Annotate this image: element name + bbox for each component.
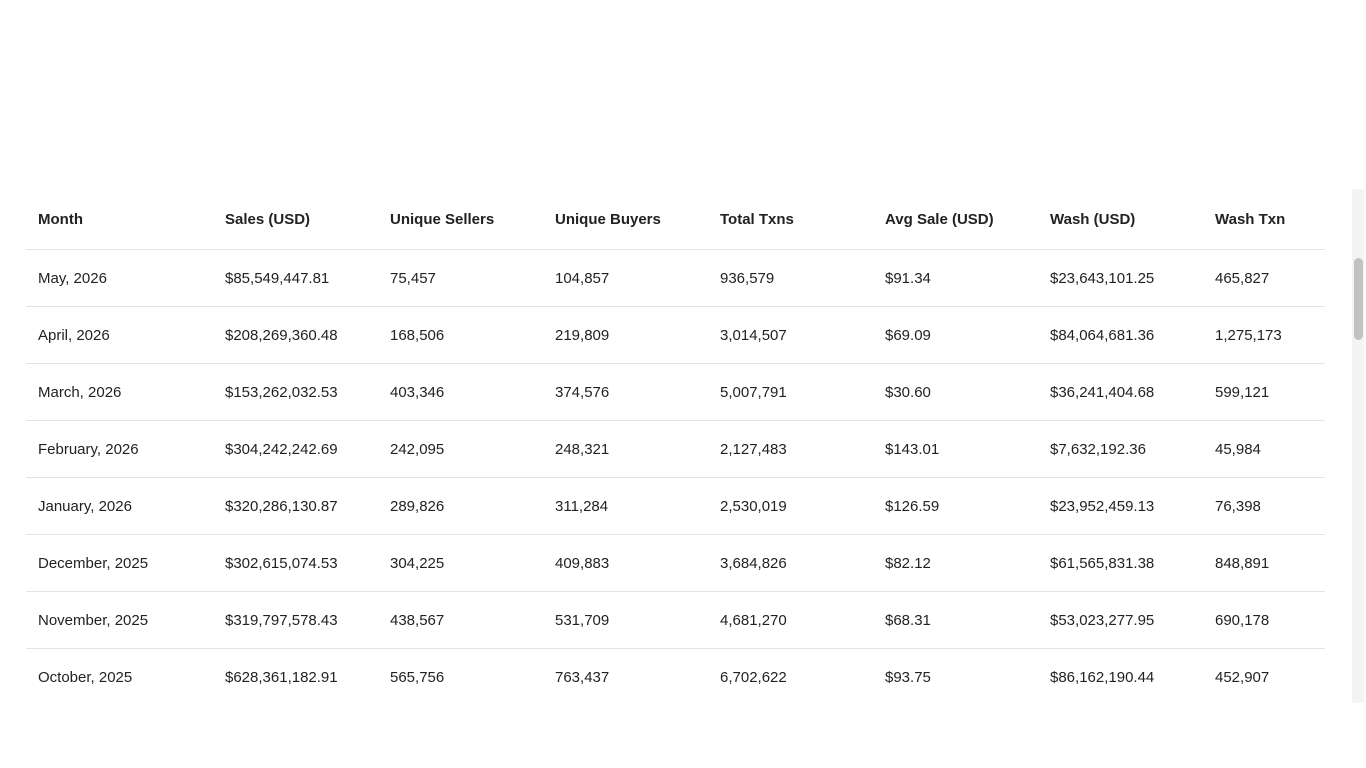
cell-unique-sellers: 304,225 — [378, 534, 543, 592]
cell-sales: $320,286,130.87 — [213, 477, 378, 535]
cell-unique-sellers: 75,457 — [378, 249, 543, 307]
cell-wash-usd: $61,565,831.38 — [1038, 534, 1203, 592]
table-row: March, 2026 $153,262,032.53 403,346 374,… — [26, 363, 1325, 421]
cell-wash-txn: 45,984 — [1203, 420, 1325, 478]
cell-unique-sellers: 565,756 — [378, 648, 543, 703]
cell-total-txns: 3,014,507 — [708, 306, 873, 364]
cell-month: March, 2026 — [26, 363, 213, 421]
cell-wash-txn: 452,907 — [1203, 648, 1325, 703]
cell-wash-txn: 76,398 — [1203, 477, 1325, 535]
cell-unique-sellers: 242,095 — [378, 420, 543, 478]
cell-wash-usd: $84,064,681.36 — [1038, 306, 1203, 364]
cell-wash-txn: 599,121 — [1203, 363, 1325, 421]
cell-sales: $208,269,360.48 — [213, 306, 378, 364]
page: Month Sales (USD) Unique Sellers Unique … — [0, 0, 1366, 768]
cell-unique-buyers: 248,321 — [543, 420, 708, 478]
cell-month: May, 2026 — [26, 249, 213, 307]
cell-wash-txn: 690,178 — [1203, 591, 1325, 649]
cell-wash-usd: $7,632,192.36 — [1038, 420, 1203, 478]
cell-wash-txn: 1,275,173 — [1203, 306, 1325, 364]
cell-total-txns: 936,579 — [708, 249, 873, 307]
monthly-sales-table: Month Sales (USD) Unique Sellers Unique … — [26, 189, 1325, 703]
cell-month: April, 2026 — [26, 306, 213, 364]
table-row: November, 2025 $319,797,578.43 438,567 5… — [26, 591, 1325, 649]
cell-wash-usd: $23,643,101.25 — [1038, 249, 1203, 307]
cell-unique-sellers: 438,567 — [378, 591, 543, 649]
cell-avg-sale: $30.60 — [873, 363, 1038, 421]
cell-wash-usd: $86,162,190.44 — [1038, 648, 1203, 703]
table-row: October, 2025 $628,361,182.91 565,756 76… — [26, 648, 1325, 703]
column-header-unique-sellers: Unique Sellers — [378, 189, 543, 250]
header-row: Month Sales (USD) Unique Sellers Unique … — [26, 189, 1325, 250]
cell-unique-sellers: 289,826 — [378, 477, 543, 535]
cell-wash-txn: 848,891 — [1203, 534, 1325, 592]
cell-total-txns: 4,681,270 — [708, 591, 873, 649]
cell-unique-buyers: 374,576 — [543, 363, 708, 421]
cell-wash-usd: $36,241,404.68 — [1038, 363, 1203, 421]
cell-unique-sellers: 168,506 — [378, 306, 543, 364]
cell-total-txns: 6,702,622 — [708, 648, 873, 703]
cell-unique-buyers: 763,437 — [543, 648, 708, 703]
cell-sales: $85,549,447.81 — [213, 249, 378, 307]
cell-month: February, 2026 — [26, 420, 213, 478]
cell-avg-sale: $126.59 — [873, 477, 1038, 535]
table-row: April, 2026 $208,269,360.48 168,506 219,… — [26, 306, 1325, 364]
cell-avg-sale: $93.75 — [873, 648, 1038, 703]
table-row: January, 2026 $320,286,130.87 289,826 31… — [26, 477, 1325, 535]
column-header-sales: Sales (USD) — [213, 189, 378, 250]
column-header-avg-sale: Avg Sale (USD) — [873, 189, 1038, 250]
cell-month: October, 2025 — [26, 648, 213, 703]
column-header-unique-buyers: Unique Buyers — [543, 189, 708, 250]
cell-unique-buyers: 531,709 — [543, 591, 708, 649]
cell-sales: $304,242,242.69 — [213, 420, 378, 478]
cell-avg-sale: $82.12 — [873, 534, 1038, 592]
table-row: February, 2026 $304,242,242.69 242,095 2… — [26, 420, 1325, 478]
cell-unique-buyers: 219,809 — [543, 306, 708, 364]
cell-unique-buyers: 104,857 — [543, 249, 708, 307]
cell-total-txns: 2,530,019 — [708, 477, 873, 535]
cell-total-txns: 3,684,826 — [708, 534, 873, 592]
monthly-sales-table-container: Month Sales (USD) Unique Sellers Unique … — [26, 189, 1325, 703]
cell-avg-sale: $69.09 — [873, 306, 1038, 364]
cell-wash-usd: $53,023,277.95 — [1038, 591, 1203, 649]
cell-unique-buyers: 409,883 — [543, 534, 708, 592]
table-row: December, 2025 $302,615,074.53 304,225 4… — [26, 534, 1325, 592]
cell-wash-txn: 465,827 — [1203, 249, 1325, 307]
column-header-month: Month — [26, 189, 213, 250]
table-body: May, 2026 $85,549,447.81 75,457 104,857 … — [26, 249, 1325, 703]
cell-total-txns: 5,007,791 — [708, 363, 873, 421]
cell-sales: $628,361,182.91 — [213, 648, 378, 703]
cell-sales: $153,262,032.53 — [213, 363, 378, 421]
cell-avg-sale: $143.01 — [873, 420, 1038, 478]
column-header-wash-usd: Wash (USD) — [1038, 189, 1203, 250]
cell-avg-sale: $91.34 — [873, 249, 1038, 307]
cell-avg-sale: $68.31 — [873, 591, 1038, 649]
column-header-total-txns: Total Txns — [708, 189, 873, 250]
cell-wash-usd: $23,952,459.13 — [1038, 477, 1203, 535]
cell-total-txns: 2,127,483 — [708, 420, 873, 478]
cell-sales: $302,615,074.53 — [213, 534, 378, 592]
table-header: Month Sales (USD) Unique Sellers Unique … — [26, 189, 1325, 250]
cell-sales: $319,797,578.43 — [213, 591, 378, 649]
cell-month: January, 2026 — [26, 477, 213, 535]
vertical-scrollbar-thumb[interactable] — [1354, 258, 1363, 340]
cell-month: December, 2025 — [26, 534, 213, 592]
cell-unique-sellers: 403,346 — [378, 363, 543, 421]
table-row: May, 2026 $85,549,447.81 75,457 104,857 … — [26, 249, 1325, 307]
cell-unique-buyers: 311,284 — [543, 477, 708, 535]
column-header-wash-txn: Wash Txn — [1203, 189, 1325, 250]
cell-month: November, 2025 — [26, 591, 213, 649]
